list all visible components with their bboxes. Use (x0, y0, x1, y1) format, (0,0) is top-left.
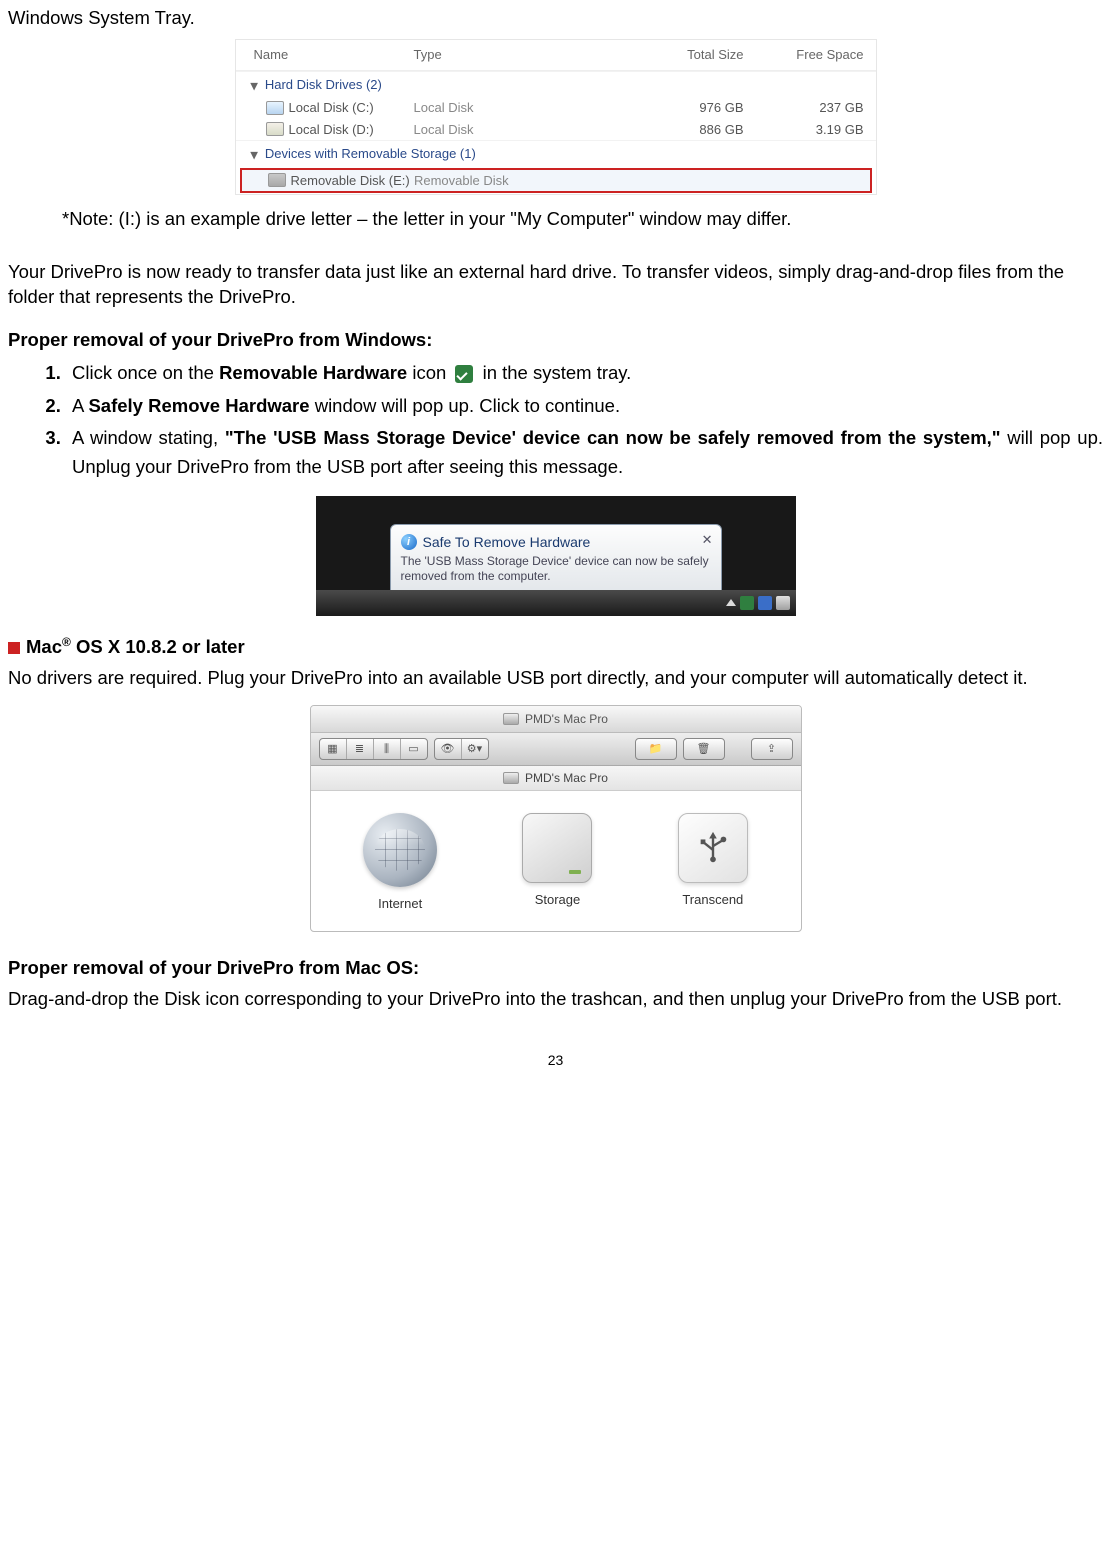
group-label: Hard Disk Drives (2) (265, 77, 382, 92)
drive-letter-note: *Note: (I:) is an example drive letter –… (8, 207, 1103, 232)
safely-remove-tray-icon[interactable] (740, 596, 754, 610)
info-icon: i (401, 534, 417, 550)
drive-icon (266, 122, 284, 136)
external-drive-icon (678, 813, 748, 883)
mac-removal-heading: Proper removal of your DrivePro from Mac… (8, 956, 1103, 981)
mac-paragraph: No drivers are required. Plug your Drive… (8, 666, 1103, 691)
finder-item-storage[interactable]: Storage (522, 813, 592, 913)
drive-icon (266, 101, 284, 115)
item-label: Storage (535, 891, 581, 909)
drive-name: Removable Disk (E:) (291, 172, 410, 190)
mac-section-heading: Mac® OS X 10.8.2 or later (8, 634, 1103, 660)
drive-name: Local Disk (D:) (289, 121, 374, 139)
mac-finder-window: PMD's Mac Pro ▦ ≣ ⫼ ▭ 👁 ⚙▾ 📁 🗑 ⇪ PMD's M… (310, 705, 802, 932)
column-header-free[interactable]: Free Space (754, 46, 874, 64)
windows-removal-heading: Proper removal of your DrivePro from Win… (8, 328, 1103, 353)
mac-window-title: PMD's Mac Pro (525, 711, 608, 727)
column-header-total[interactable]: Total Size (614, 46, 754, 64)
tray-icon-flag[interactable] (776, 596, 790, 610)
tray-checkmark-icon (455, 365, 473, 383)
hdd-icon (522, 813, 592, 883)
drive-total (612, 172, 751, 190)
trash-button[interactable]: 🗑 (683, 738, 725, 760)
taskbar (316, 590, 796, 616)
drive-row-c[interactable]: Local Disk (C:) Local Disk 976 GB 237 GB (236, 97, 876, 119)
ready-paragraph: Your DrivePro is now ready to transfer d… (8, 260, 1103, 310)
mac-path-bar[interactable]: PMD's Mac Pro (311, 766, 801, 791)
drive-total: 976 GB (614, 99, 754, 117)
drive-row-d[interactable]: Local Disk (D:) Local Disk 886 GB 3.19 G… (236, 119, 876, 141)
explorer-window: Name Type Total Size Free Space ▶ Hard D… (235, 39, 877, 195)
view-list-button[interactable]: ≣ (347, 739, 374, 759)
balloon-body: The 'USB Mass Storage Device' device can… (401, 554, 711, 585)
macpro-icon (503, 713, 519, 725)
finder-item-internet[interactable]: Internet (363, 813, 437, 913)
explorer-header-row: Name Type Total Size Free Space (236, 40, 876, 71)
safe-remove-balloon: i Safe To Remove Hardware The 'USB Mass … (390, 524, 722, 596)
safe-remove-screenshot: i Safe To Remove Hardware The 'USB Mass … (316, 496, 796, 616)
mac-toolbar: ▦ ≣ ⫼ ▭ 👁 ⚙▾ 📁 🗑 ⇪ (311, 733, 801, 766)
new-folder-button[interactable]: 📁 (635, 738, 677, 760)
finder-item-transcend[interactable]: Transcend (678, 813, 748, 913)
mac-window-titlebar: PMD's Mac Pro (311, 706, 801, 733)
mac-path-label: PMD's Mac Pro (525, 770, 608, 786)
group-hard-disk-drives[interactable]: ▶ Hard Disk Drives (2) (236, 71, 876, 98)
column-header-type[interactable]: Type (414, 46, 614, 64)
view-mode-segment[interactable]: ▦ ≣ ⫼ ▭ (319, 738, 428, 760)
share-button[interactable]: ⇪ (751, 738, 793, 760)
red-bullet-icon (8, 642, 20, 654)
drive-total: 886 GB (614, 121, 754, 139)
tray-icon-shield[interactable] (758, 596, 772, 610)
column-header-name[interactable]: Name (254, 46, 414, 64)
eye-button[interactable]: 👁 (435, 739, 462, 759)
mac-items-grid: Internet Storage Transcend (311, 791, 801, 931)
drive-free: 3.19 GB (754, 121, 874, 139)
item-label: Internet (378, 895, 422, 913)
globe-icon (363, 813, 437, 887)
drive-free: 237 GB (754, 99, 874, 117)
macpro-icon (503, 772, 519, 784)
drive-name: Local Disk (C:) (289, 99, 374, 117)
drive-icon (268, 173, 286, 187)
drive-type: Local Disk (414, 99, 614, 117)
nav-segment[interactable]: 👁 ⚙▾ (434, 738, 489, 760)
page-number: 23 (8, 1051, 1103, 1070)
group-removable-storage[interactable]: ▶ Devices with Removable Storage (1) (236, 140, 876, 167)
drive-type: Local Disk (414, 121, 614, 139)
view-icons-button[interactable]: ▦ (320, 739, 347, 759)
step-3: A window stating, "The 'USB Mass Storage… (66, 424, 1103, 481)
collapse-icon[interactable]: ▶ (247, 82, 261, 90)
windows-removal-steps: Click once on the Removable Hardware ico… (8, 359, 1103, 482)
show-hidden-icon[interactable] (726, 599, 736, 606)
balloon-title: Safe To Remove Hardware (423, 533, 591, 552)
drive-row-removable[interactable]: Removable Disk (E:) Removable Disk (240, 168, 872, 194)
action-button[interactable]: ⚙▾ (462, 739, 488, 759)
intro-line: Windows System Tray. (8, 6, 1103, 31)
collapse-icon[interactable]: ▶ (247, 152, 261, 160)
drive-type: Removable Disk (414, 172, 612, 190)
group-label: Devices with Removable Storage (1) (265, 146, 476, 161)
item-label: Transcend (682, 891, 743, 909)
step-1: Click once on the Removable Hardware ico… (66, 359, 1103, 388)
view-columns-button[interactable]: ⫼ (374, 739, 401, 759)
view-coverflow-button[interactable]: ▭ (401, 739, 427, 759)
step-2: A Safely Remove Hardware window will pop… (66, 392, 1103, 421)
mac-removal-paragraph: Drag-and-drop the Disk icon correspondin… (8, 987, 1103, 1012)
close-icon[interactable]: ✕ (702, 531, 713, 549)
drive-free (751, 172, 870, 190)
